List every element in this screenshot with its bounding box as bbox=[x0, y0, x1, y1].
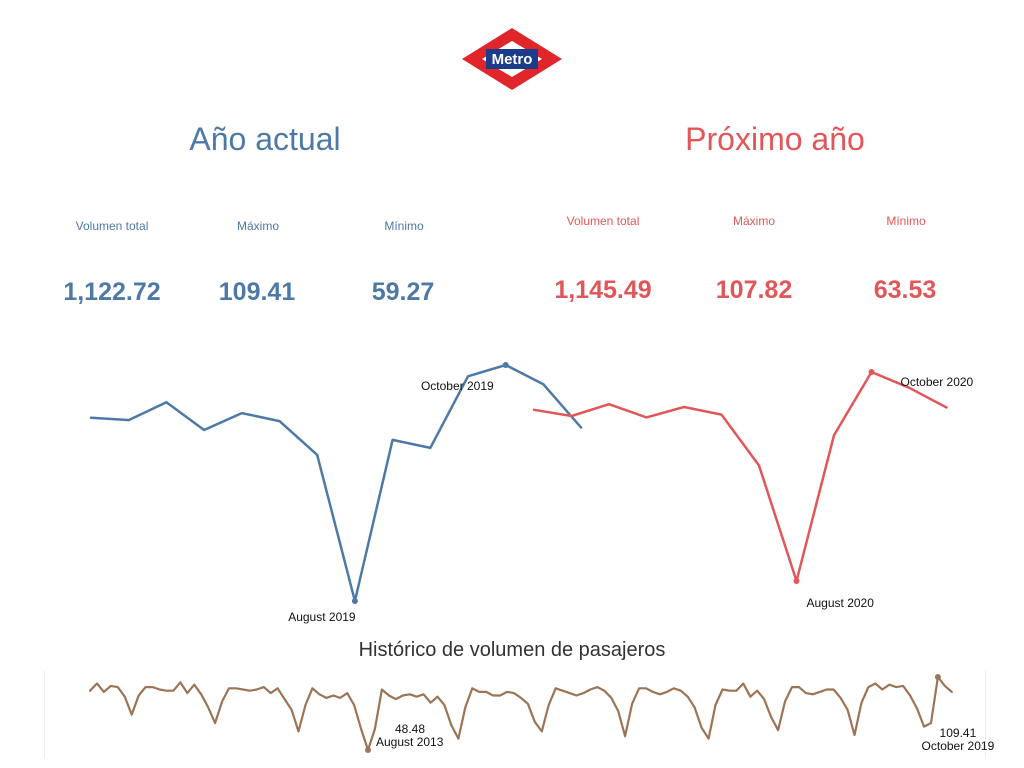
next-min-annotation: August 2020 bbox=[807, 596, 875, 610]
history-max-value-label: 109.41 bbox=[940, 726, 977, 740]
current-min-annotation: August 2019 bbox=[288, 610, 356, 624]
charts-layer: August 2019 October 2019 August 2020 Octobe… bbox=[88, 362, 995, 753]
history-min-point bbox=[365, 747, 371, 753]
history-min-value-label: 48.48 bbox=[395, 722, 425, 736]
current-max-annotation: October 2019 bbox=[421, 379, 494, 393]
next-max-point bbox=[868, 369, 875, 375]
next-max-annotation: October 2020 bbox=[901, 375, 974, 389]
history-max-date-label: October 2019 bbox=[922, 739, 995, 753]
current-series-line bbox=[89, 363, 583, 603]
history-min-date-label: August 2013 bbox=[376, 735, 444, 749]
history-series-line bbox=[88, 675, 953, 752]
next-series-line bbox=[532, 370, 948, 583]
next-min-point bbox=[793, 578, 800, 584]
history-max-point bbox=[934, 674, 941, 680]
current-max-point bbox=[502, 362, 509, 368]
current-min-point bbox=[351, 598, 358, 604]
